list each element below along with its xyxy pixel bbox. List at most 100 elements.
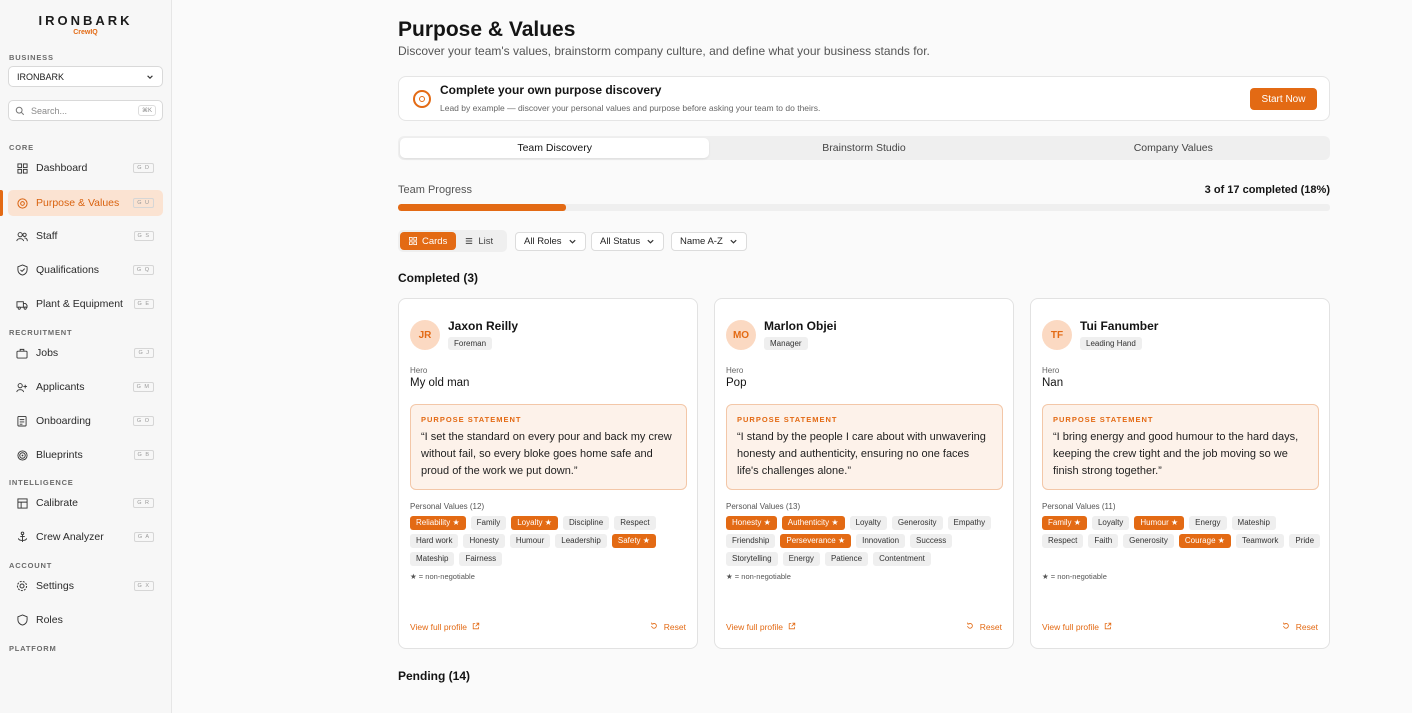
sidebar-item-blueprints[interactable]: Blueprints G B [8,442,163,468]
banner-description: Lead by example — discover your personal… [440,103,821,113]
sidebar-item-staff[interactable]: Staff G S [8,223,163,249]
hero-value: Nan [1042,377,1064,389]
value-chip: Faith [1088,534,1119,548]
purpose-label: PURPOSE STATEMENT [421,415,522,424]
purpose-statement: PURPOSE STATEMENT “I stand by the people… [726,404,1003,490]
sidebar-item-label: Blueprints [36,449,83,461]
section-intelligence: INTELLIGENCE [9,478,74,487]
sidebar-item-qualifications[interactable]: Qualifications G Q [8,257,163,283]
purpose-label: PURPOSE STATEMENT [1053,415,1154,424]
view-profile-label: View full profile [726,622,784,632]
sort-filter[interactable]: Name A-Z [671,232,747,251]
sidebar-item-label: Staff [36,230,58,242]
sidebar-item-applicants[interactable]: Applicants G M [8,374,163,400]
values-label: Personal Values (12) [410,502,485,511]
cards-view-button[interactable]: Cards [400,232,457,250]
list-label: List [478,235,494,247]
shortcut-badge: G S [133,231,154,241]
sidebar-item-calibrate[interactable]: Calibrate G R [8,490,163,516]
values-list: Family ★ Loyalty Humour ★ Energy Mateship Res… [1042,516,1322,548]
value-chip: Family ★ [1042,516,1087,530]
values-label: Personal Values (11) [1042,502,1116,511]
value-chip: Pride [1289,534,1321,548]
search-icon [15,106,25,115]
sidebar-item-onboarding[interactable]: Onboarding G O [8,408,163,434]
reset-button[interactable]: Reset [650,622,686,632]
sidebar-item-plant-equipment[interactable]: Plant & Equipment G E [8,291,163,317]
profile-card: TF Tui Fanumber Leading Hand Hero Nan PU… [1030,298,1330,649]
brand-name: IRONBARK [38,13,133,28]
sidebar-item-settings[interactable]: Settings G X [8,573,163,599]
sidebar-item-label: Plant & Equipment [36,298,123,310]
purpose-statement: PURPOSE STATEMENT “I set the standard on… [410,404,687,490]
sidebar-item-label: Qualifications [36,264,100,276]
value-chip: Honesty ★ [726,516,777,530]
sidebar-item-roles[interactable]: Roles [8,607,163,633]
banner-title: Complete your own purpose discovery [440,83,662,97]
profile-card: JR Jaxon Reilly Foreman Hero My old man … [398,298,698,649]
view-profile-link[interactable]: View full profile [726,622,796,632]
reset-button[interactable]: Reset [966,622,1002,632]
staff-name: Marlon Objei [764,319,837,333]
value-chip: Mateship [410,552,455,566]
value-chip: Generosity [1123,534,1174,548]
sidebar: IRONBARK CrewIQ BUSINESS IRONBARK Search… [0,0,172,713]
sidebar-item-purpose-values[interactable]: Purpose & Values G U [8,190,163,216]
brand-logo[interactable]: IRONBARK CrewIQ [0,0,171,50]
sort-filter-value: Name A-Z [680,236,723,247]
chevron-down-icon [147,74,153,79]
shortcut-badge: G Q [132,265,154,275]
reset-icon [651,622,658,629]
external-link-icon [789,622,796,630]
tab-brainstorm-studio[interactable]: Brainstorm Studio [709,138,1018,158]
sidebar-item-dashboard[interactable]: Dashboard G D [8,155,163,181]
sidebar-item-crew-analyzer[interactable]: Crew Analyzer G A [8,524,163,550]
value-chip: Generosity [891,516,943,530]
shield-check-icon [16,264,28,276]
section-core: CORE [9,143,34,152]
sidebar-item-label: Onboarding [36,415,91,427]
value-chip: Loyalty ★ [511,516,558,530]
briefcase-icon [16,347,28,359]
page-subtitle: Discover your team's values, brainstorm … [398,44,930,58]
sidebar-item-label: Calibrate [36,497,79,509]
main-content: Purpose & Values Discover your team's va… [172,0,1412,713]
search-input[interactable]: Search... ⌘K [8,100,163,121]
reset-icon [1283,622,1290,629]
view-profile-link[interactable]: View full profile [1042,622,1112,632]
sidebar-item-label: Roles [36,614,63,626]
value-chip: Contentment [873,552,931,566]
value-chip: Authenticity ★ [781,516,845,530]
role-badge: Foreman [448,337,493,350]
truck-icon [16,298,28,310]
status-filter[interactable]: All Status [591,232,665,251]
reset-button[interactable]: Reset [1282,622,1318,632]
shortcut-badge: G M [132,382,154,392]
start-now-button[interactable]: Start Now [1250,88,1317,110]
list-view-button[interactable]: List [456,232,502,250]
shortcut-badge: G A [133,532,154,542]
tab-team-discovery[interactable]: Team Discovery [400,138,710,158]
business-label: BUSINESS [9,53,54,62]
value-chip: Respect [1042,534,1084,548]
discovery-banner: Complete your own purpose discovery Lead… [398,76,1330,121]
tab-company-values[interactable]: Company Values [1019,138,1328,158]
roles-filter[interactable]: All Roles [515,232,586,251]
page-title: Purpose & Values [398,18,576,41]
cards-label: Cards [422,235,448,247]
shortcut-badge: G D [133,163,154,173]
value-chip: Loyalty [1091,516,1130,530]
grid-icon [16,162,28,174]
value-chip: Humour ★ [1134,516,1185,530]
value-chip: Success [910,534,953,548]
purpose-text: “I stand by the people I care about with… [737,431,986,477]
gear-icon [16,580,28,592]
view-profile-link[interactable]: View full profile [410,622,480,632]
business-select[interactable]: IRONBARK [8,66,163,87]
section-recruitment: RECRUITMENT [9,328,73,337]
value-chip: Innovation [856,534,906,548]
pending-section-title: Pending (14) [398,669,471,683]
sidebar-item-label: Applicants [36,381,85,393]
sidebar-item-jobs[interactable]: Jobs G J [8,340,163,366]
roles-filter-value: All Roles [524,236,562,247]
